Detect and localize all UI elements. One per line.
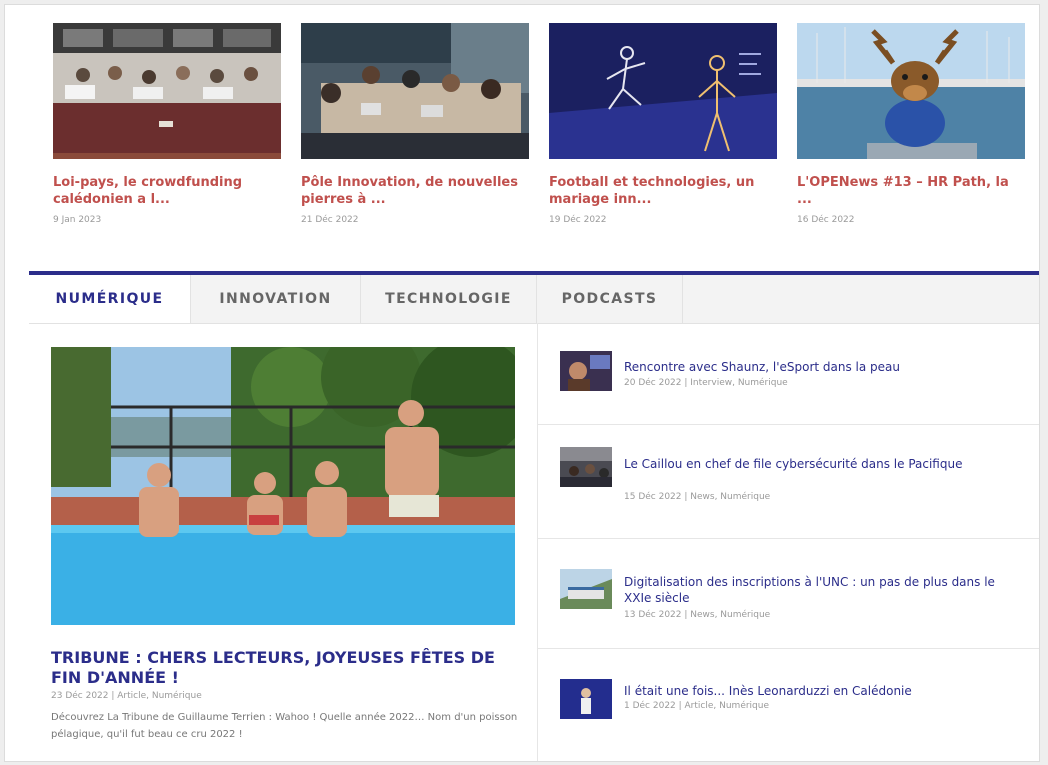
list-item-meta: 1 Déc 2022 | Article, Numérique (624, 701, 770, 711)
tab-innovation[interactable]: INNOVATION (191, 275, 361, 323)
category-tabs: NUMÉRIQUE INNOVATION TECHNOLOGIE PODCAST… (29, 275, 1039, 324)
article-title[interactable]: Football et technologies, un mariage inn… (549, 174, 777, 208)
list-item-title[interactable]: Le Caillou en chef de file cybersécurité… (624, 456, 1024, 472)
list-item[interactable]: Il était une fois... Inès Leonarduzzi en… (538, 649, 1039, 761)
list-item-thumbnail[interactable] (560, 569, 612, 609)
featured-article-excerpt: Découvrez La Tribune de Guillaume Terrie… (51, 712, 518, 740)
article-thumbnail[interactable] (53, 23, 281, 159)
article-card[interactable]: Football et technologies, un mariage inn… (549, 23, 777, 225)
featured-article-meta: 23 Déc 2022 | Article, Numérique (51, 691, 202, 701)
article-title[interactable]: Loi-pays, le crowdfunding calédonien a l… (53, 174, 281, 208)
side-article-list: Rencontre avec Shaunz, l'eSport dans la … (537, 323, 1039, 761)
article-thumbnail[interactable] (301, 23, 529, 159)
recent-articles-strip: Loi-pays, le crowdfunding calédonien a l… (5, 5, 1039, 271)
list-item-thumbnail[interactable] (560, 447, 612, 487)
list-item-title[interactable]: Digitalisation des inscriptions à l'UNC … (624, 574, 1024, 606)
tab-technologie[interactable]: TECHNOLOGIE (361, 275, 537, 323)
article-card[interactable]: Pôle Innovation, de nouvelles pierres à … (301, 23, 529, 225)
article-thumbnail[interactable] (797, 23, 1025, 159)
featured-article-image[interactable] (51, 347, 515, 625)
featured-article: TRIBUNE : CHERS LECTEURS, JOYEUSES FÊTES… (29, 323, 537, 761)
list-item-thumbnail[interactable] (560, 679, 612, 719)
featured-article-title[interactable]: TRIBUNE : CHERS LECTEURS, JOYEUSES FÊTES… (51, 648, 521, 688)
tab-numerique[interactable]: NUMÉRIQUE (29, 275, 191, 323)
tab-podcasts[interactable]: PODCASTS (537, 275, 683, 323)
article-date: 19 Déc 2022 (549, 215, 607, 225)
list-item-meta: 13 Déc 2022 | News, Numérique (624, 610, 771, 620)
article-card[interactable]: L'OPENews #13 – HR Path, la ... 16 Déc 2… (797, 23, 1025, 225)
article-title[interactable]: Pôle Innovation, de nouvelles pierres à … (301, 174, 529, 208)
list-item[interactable]: Digitalisation des inscriptions à l'UNC … (538, 539, 1039, 649)
list-item-title[interactable]: Il était une fois... Inès Leonarduzzi en… (624, 683, 1024, 699)
article-date: 21 Déc 2022 (301, 215, 359, 225)
list-item-title[interactable]: Rencontre avec Shaunz, l'eSport dans la … (624, 359, 1024, 375)
list-item[interactable]: Rencontre avec Shaunz, l'eSport dans la … (538, 323, 1039, 425)
list-item-meta: 20 Déc 2022 | Interview, Numérique (624, 378, 788, 388)
article-thumbnail[interactable] (549, 23, 777, 159)
news-widget: Loi-pays, le crowdfunding calédonien a l… (4, 4, 1040, 762)
list-item-thumbnail[interactable] (560, 351, 612, 391)
list-item-meta: 15 Déc 2022 | News, Numérique (624, 492, 771, 502)
article-date: 9 Jan 2023 (53, 215, 102, 225)
article-date: 16 Déc 2022 (797, 215, 855, 225)
list-item[interactable]: Le Caillou en chef de file cybersécurité… (538, 425, 1039, 539)
article-card[interactable]: Loi-pays, le crowdfunding calédonien a l… (53, 23, 281, 225)
article-title[interactable]: L'OPENews #13 – HR Path, la ... (797, 174, 1025, 208)
